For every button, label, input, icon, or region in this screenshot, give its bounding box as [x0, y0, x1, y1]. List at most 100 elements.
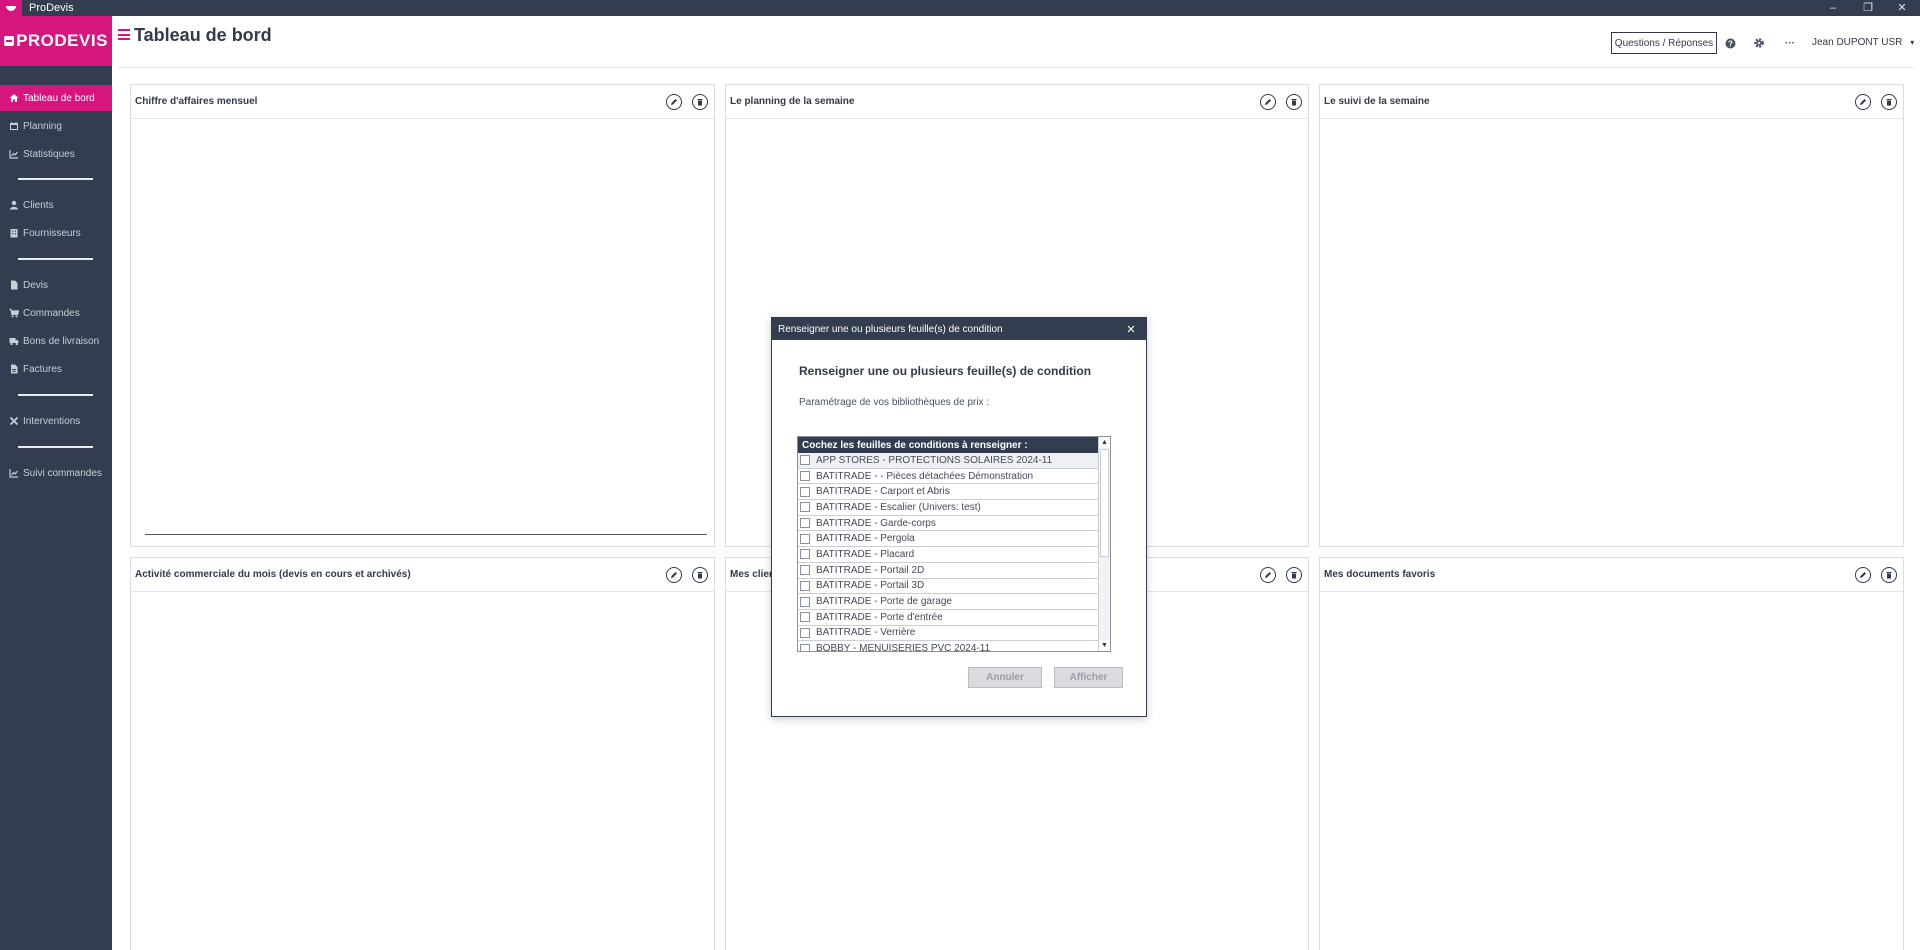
- sidebar-item-label: Fournisseurs: [23, 227, 81, 239]
- edit-widget-button[interactable]: [1260, 567, 1276, 583]
- pencil-icon: [671, 572, 677, 578]
- trash-icon: [1291, 99, 1297, 106]
- delete-widget-button[interactable]: [1881, 94, 1897, 110]
- restore-button[interactable]: ❐: [1853, 0, 1883, 16]
- checkbox[interactable]: [800, 533, 810, 544]
- edit-widget-button[interactable]: [666, 94, 682, 110]
- list-item-label: APP STORES - PROTECTIONS SOLAIRES 2024-1…: [816, 454, 1053, 466]
- pencil-icon: [1860, 99, 1866, 105]
- sidebar-item-label: Commandes: [23, 307, 80, 319]
- checkbox[interactable]: [800, 502, 810, 513]
- close-window-button[interactable]: ✕: [1887, 0, 1917, 16]
- checkbox[interactable]: [800, 612, 810, 623]
- chart-baseline: [145, 534, 707, 535]
- edit-widget-button[interactable]: [1855, 567, 1871, 583]
- checkbox[interactable]: [800, 643, 810, 651]
- list-item[interactable]: BATITRADE - Portail 2D: [798, 563, 1100, 579]
- list-item[interactable]: BATITRADE - Porte de garage: [798, 594, 1100, 610]
- checkbox[interactable]: [800, 486, 810, 497]
- logo-mark-icon: [4, 36, 15, 46]
- sidebar-item-label: Tableau de bord: [23, 92, 95, 104]
- list-item-label: BATITRADE - Garde-corps: [816, 517, 936, 529]
- delete-widget-button[interactable]: [692, 567, 708, 583]
- delete-widget-button[interactable]: [692, 94, 708, 110]
- sidebar-item-suivi-commandes[interactable]: Suivi commandes: [0, 460, 112, 486]
- widget-title: Activité commerciale du mois (devis en c…: [135, 569, 411, 580]
- scroll-down-icon[interactable]: ▼: [1099, 640, 1110, 651]
- list-item-label: BATITRADE - Portail 2D: [816, 564, 925, 576]
- minimize-button[interactable]: –: [1818, 0, 1848, 16]
- sidebar-item-label: Bons de livraison: [23, 335, 100, 347]
- checkbox[interactable]: [800, 471, 810, 482]
- menu-toggle-icon[interactable]: [118, 29, 130, 40]
- close-icon[interactable]: [1124, 322, 1138, 336]
- checkbox[interactable]: [800, 596, 810, 607]
- sidebar-item-label: Suivi commandes: [23, 467, 102, 479]
- list-item-label: BATITRADE - Pergola: [816, 533, 915, 545]
- widget-title: Chiffre d'affaires mensuel: [135, 96, 258, 107]
- sidebar-divider: [18, 394, 93, 396]
- pencil-icon: [1265, 99, 1271, 105]
- sidebar: PRODEVIS Tableau de bord Planning Statis…: [0, 16, 112, 950]
- user-menu[interactable]: Jean DUPONT USR ▾: [1812, 37, 1914, 48]
- edit-widget-button[interactable]: [1260, 94, 1276, 110]
- condition-sheets-list: Cochez les feuilles de conditions à rens…: [797, 436, 1111, 652]
- sidebar-item-tableau-de-bord[interactable]: Tableau de bord: [0, 85, 112, 111]
- list-item[interactable]: BATITRADE - Escalier (Univers: test): [798, 500, 1100, 516]
- sidebar-item-fournisseurs[interactable]: Fournisseurs: [0, 220, 112, 246]
- list-item[interactable]: BATITRADE - Placard: [798, 547, 1100, 563]
- questions-reponses-button[interactable]: Questions / Réponses: [1611, 32, 1717, 54]
- scroll-thumb[interactable]: [1100, 449, 1109, 557]
- calendar-icon: [9, 121, 19, 131]
- sidebar-item-factures[interactable]: Factures: [0, 356, 112, 382]
- trash-icon: [1291, 572, 1297, 579]
- trash-icon: [697, 572, 703, 579]
- list-scrollbar[interactable]: ▲ ▼: [1098, 437, 1110, 651]
- checkbox[interactable]: [800, 518, 810, 529]
- list-item[interactable]: BATITRADE - Portail 3D: [798, 579, 1100, 595]
- sidebar-item-commandes[interactable]: Commandes: [0, 300, 112, 326]
- help-icon[interactable]: ?: [1723, 36, 1737, 50]
- condition-sheets-dialog: Renseigner une ou plusieurs feuille(s) d…: [771, 317, 1147, 717]
- widget-documents-favoris: Mes documents favoris: [1319, 557, 1904, 950]
- delete-widget-button[interactable]: [1881, 567, 1897, 583]
- edit-widget-button[interactable]: [1855, 94, 1871, 110]
- checkbox[interactable]: [800, 455, 810, 466]
- checkbox[interactable]: [800, 565, 810, 576]
- gear-icon[interactable]: [1752, 36, 1766, 50]
- list-item[interactable]: APP STORES - PROTECTIONS SOLAIRES 2024-1…: [798, 453, 1100, 469]
- prodevis-logo[interactable]: PRODEVIS: [0, 16, 112, 66]
- sidebar-item-label: Planning: [23, 120, 62, 132]
- sidebar-item-planning[interactable]: Planning: [0, 113, 112, 139]
- list-item[interactable]: BATITRADE - Pergola: [798, 531, 1100, 548]
- sidebar-item-bons-de-livraison[interactable]: Bons de livraison: [0, 328, 112, 354]
- cancel-button[interactable]: Annuler: [968, 667, 1042, 688]
- sidebar-item-clients[interactable]: Clients: [0, 192, 112, 218]
- checkbox[interactable]: [800, 549, 810, 560]
- sidebar-item-label: Interventions: [23, 415, 81, 427]
- more-options-icon[interactable]: ···: [1783, 36, 1797, 50]
- list-item-label: BATITRADE - Escalier (Univers: test): [816, 501, 981, 513]
- checkbox[interactable]: [800, 580, 810, 591]
- edit-widget-button[interactable]: [666, 567, 682, 583]
- list-item[interactable]: BATITRADE - Carport et Abris: [798, 484, 1100, 501]
- sidebar-divider: [18, 178, 93, 180]
- list-item[interactable]: BATITRADE - Verrière: [798, 626, 1100, 642]
- list-item[interactable]: BOBBY - MENUISERIES PVC 2024-11: [798, 641, 1100, 651]
- sidebar-item-label: Devis: [23, 279, 49, 291]
- sidebar-item-interventions[interactable]: Interventions: [0, 408, 112, 434]
- delete-widget-button[interactable]: [1286, 94, 1302, 110]
- list-item[interactable]: BATITRADE - Porte d'entrée: [798, 610, 1100, 626]
- checkbox[interactable]: [800, 627, 810, 638]
- sidebar-item-statistiques[interactable]: Statistiques: [0, 141, 112, 167]
- list-item-label: BATITRADE - Verrière: [816, 627, 916, 639]
- sidebar-item-devis[interactable]: Devis: [0, 272, 112, 298]
- delete-widget-button[interactable]: [1286, 567, 1302, 583]
- list-item[interactable]: BATITRADE - Garde-corps: [798, 516, 1100, 532]
- truck-icon: [9, 336, 19, 346]
- window-titlebar: ProDevis – ❐ ✕: [0, 0, 1920, 16]
- list-item[interactable]: BATITRADE - - Pièces détachées Démonstra…: [798, 469, 1100, 485]
- show-button[interactable]: Afficher: [1054, 667, 1123, 688]
- scroll-up-icon[interactable]: ▲: [1099, 437, 1110, 448]
- document-icon: [9, 280, 19, 290]
